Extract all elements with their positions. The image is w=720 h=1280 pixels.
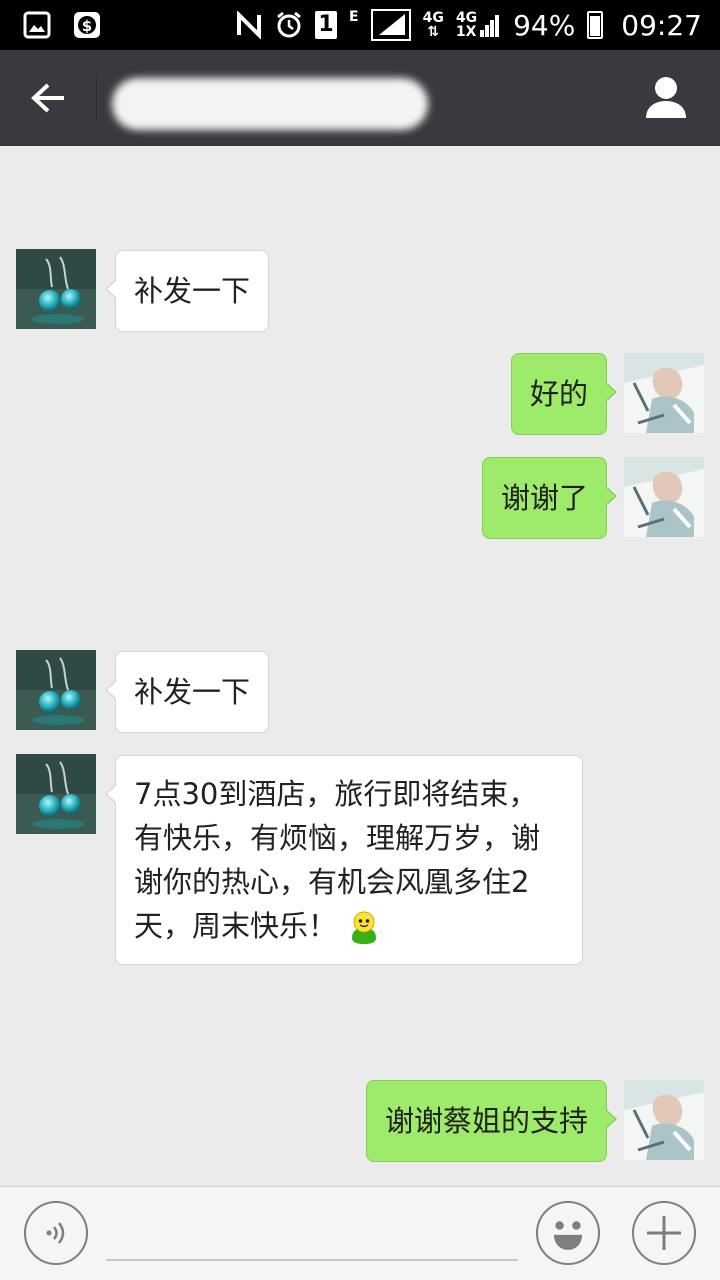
alarm-icon [277,11,301,38]
contact-avatar[interactable] [16,650,96,730]
more-button[interactable] [632,1201,696,1265]
smiley-emoji-icon [352,911,377,944]
battery-icon [587,11,604,39]
message-bubble-outgoing[interactable]: 好的 [510,353,618,435]
clock: 09:27 [621,8,702,42]
message-text: 补发一下 [134,274,251,308]
network-1x-label: 1X [455,24,477,40]
message-text: 好的 [529,377,588,411]
nfc-icon [237,11,262,39]
message-list[interactable]: 补发一下 好的 谢谢了 补发一下 7点30到酒店，旅行即将结束， 有快乐，有烦恼… [0,146,720,1186]
signal-bars-icon [480,15,500,37]
contact-name-redacted [112,78,428,130]
message-bubble-incoming[interactable]: 7点30到酒店，旅行即将结束， 有快乐，有烦恼，理解万岁，谢 谢你的热心，有机会… [105,755,583,965]
network-4g-1x-label: 4G [455,10,478,26]
voice-icon [46,1222,65,1244]
my-avatar[interactable] [624,457,704,537]
message-bubble-incoming[interactable]: 补发一下 [104,651,270,733]
message-line: 天，周末快乐！ [134,909,338,943]
plus-icon [647,1216,681,1250]
message-bubble-outgoing[interactable]: 谢谢蔡姐的支持 [365,1080,618,1162]
message-line: 有快乐，有烦恼，理解万岁，谢 [134,821,541,855]
message-bubble-outgoing[interactable]: 谢谢了 [481,457,618,539]
status-bar: $ 1 E 4G ⇅ 4G 1X 94% 09:27 [0,0,720,50]
message-text: 补发一下 [134,675,251,709]
network-4g-label: 4G [422,10,444,26]
message-bubble-incoming[interactable]: 补发一下 [104,250,270,332]
network-4g-1x-indicator: 4G 1X [456,11,501,39]
gallery-notification-icon [23,11,51,39]
my-avatar[interactable] [624,353,704,433]
signal-strength-icon [370,9,411,41]
chat-info-button[interactable] [638,70,694,126]
header-divider [96,76,97,120]
edge-label: E [349,9,359,25]
chat-header [0,50,720,146]
payment-notification-icon: $ [74,12,100,38]
input-bar [0,1186,720,1280]
person-icon [646,77,686,118]
contact-avatar[interactable] [16,249,96,329]
network-4g-indicator: 4G ⇅ [423,11,444,39]
voice-button[interactable] [24,1201,88,1265]
data-arrows-icon: ⇅ [427,24,440,40]
message-line: 谢你的热心，有机会风凰多住2 [134,865,530,899]
battery-percentage: 94% [513,8,576,42]
back-arrow-icon [31,83,64,113]
my-avatar[interactable] [624,1080,704,1160]
message-input[interactable] [106,1197,518,1261]
emoji-button[interactable] [536,1201,600,1265]
sim-label: 1 [318,12,334,37]
message-text: 谢谢蔡姐的支持 [384,1104,588,1138]
message-line: 7点30到酒店，旅行即将结束， [134,777,538,811]
sim-indicator: 1 [315,11,338,39]
message-text: 谢谢了 [500,481,588,515]
svg-text:$: $ [82,17,92,35]
back-button[interactable] [18,74,78,122]
contact-avatar[interactable] [16,754,96,834]
emoji-icon [553,1221,583,1250]
